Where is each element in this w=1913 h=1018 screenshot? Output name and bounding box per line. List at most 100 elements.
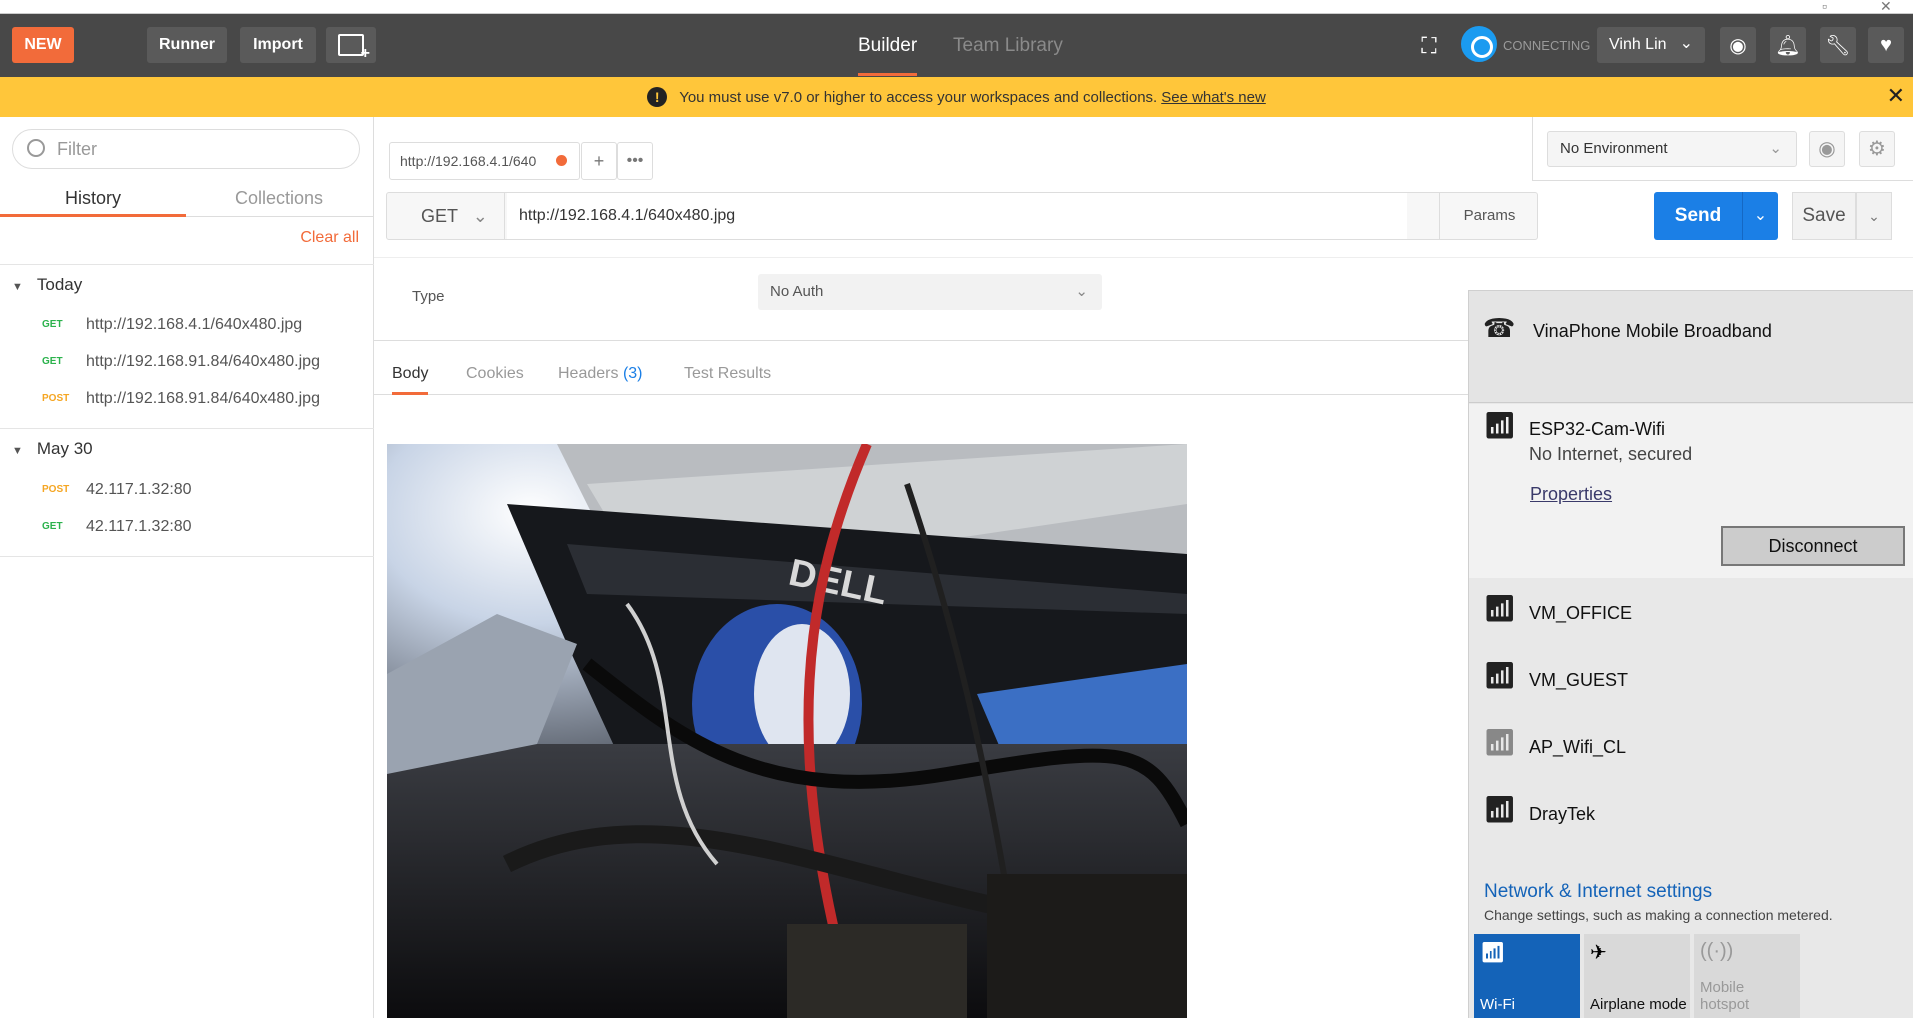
save-options-button[interactable]: ⌄ [1856, 192, 1892, 240]
group-title: May 30 [36, 439, 93, 458]
quick-action-airplane[interactable]: ✈ Airplane mode [1584, 934, 1690, 1018]
caret-down-icon: ▼ [12, 281, 23, 293]
chevron-down-icon: ⌄ [1769, 140, 1782, 157]
secured-wifi-icon: 📶︎ [1483, 660, 1517, 690]
network-flyout: ☎︎ VinaPhone Mobile Broadband 📶︎ ESP32-C… [1468, 290, 1913, 1018]
tab-cookies[interactable]: Cookies [466, 353, 524, 395]
new-window-icon: + [338, 34, 370, 62]
cellular-icon: ☎︎ [1483, 313, 1516, 343]
runner-button[interactable]: Runner [147, 27, 227, 63]
tab-team-library[interactable]: Team Library [953, 28, 1063, 64]
method-badge: POST [42, 393, 70, 404]
quick-action-hotspot[interactable]: ((·)) Mobile hotspot [1694, 934, 1800, 1018]
unsaved-dot-icon [556, 155, 567, 166]
network-item[interactable]: 📶︎ VM_GUEST [1469, 646, 1913, 713]
satellite-icon[interactable]: ◉ [1720, 27, 1756, 63]
network-item[interactable]: 📶︎ DrayTek [1469, 780, 1913, 847]
tab-builder[interactable]: Builder [858, 28, 918, 76]
save-button[interactable]: Save [1792, 192, 1856, 240]
new-button[interactable]: NEW [12, 27, 74, 63]
chevron-down-icon: ⌄ [1753, 207, 1768, 224]
import-button[interactable]: Import [240, 27, 316, 63]
properties-link[interactable]: Properties [1530, 484, 1612, 505]
chevron-down-icon: ⌄ [1075, 283, 1088, 300]
method-label: GET [421, 206, 458, 226]
history-item[interactable]: GET 42.117.1.32:80 [0, 508, 374, 545]
network-name: ESP32-Cam-Wifi [1529, 419, 1666, 439]
network-name: VM_GUEST [1529, 670, 1629, 690]
bell-icon[interactable]: 🔔︎ [1770, 27, 1806, 63]
method-badge: GET [42, 356, 63, 367]
quick-action-label: Wi-Fi [1480, 996, 1515, 1013]
history-item[interactable]: GET http://192.168.4.1/640x480.jpg [0, 306, 374, 343]
secured-wifi-icon: 📶︎ [1483, 593, 1517, 623]
heart-icon[interactable]: ♥ [1868, 27, 1904, 63]
chevron-down-icon: ⌄ [1868, 208, 1880, 224]
update-warning-bar: ! You must use v7.0 or higher to access … [0, 77, 1913, 117]
window-close-icon[interactable]: ✕ [1880, 0, 1892, 15]
chevron-down-icon: ⌄ [1679, 35, 1693, 52]
whats-new-link[interactable]: See what's new [1161, 89, 1266, 106]
environment-dropdown[interactable]: No Environment ⌄ [1547, 131, 1797, 167]
request-tab[interactable]: http://192.168.4.1/640 [389, 142, 580, 180]
wrench-icon[interactable]: 🔧︎ [1820, 27, 1856, 63]
history-url: http://192.168.91.84/640x480.jpg [86, 352, 320, 370]
method-badge: GET [42, 521, 63, 532]
tab-history[interactable]: History [0, 179, 186, 217]
tab-collections[interactable]: Collections [186, 179, 372, 217]
network-item[interactable]: 📶︎ AP_Wifi_CL [1469, 713, 1913, 780]
history-group-may-30[interactable]: ▼ May 30 [12, 439, 93, 459]
new-tab-button[interactable]: + [581, 142, 617, 180]
method-dropdown[interactable]: GET ⌄ [387, 193, 505, 239]
send-options-button[interactable]: ⌄ [1742, 192, 1778, 240]
new-window-button[interactable]: + [326, 27, 376, 63]
auth-type-dropdown[interactable]: No Auth ⌄ [758, 274, 1102, 310]
tab-body[interactable]: Body [392, 353, 429, 395]
chevron-down-icon: ⌄ [472, 206, 488, 226]
window-maximize-icon[interactable]: ▫ [1822, 0, 1827, 14]
method-badge: POST [42, 484, 70, 495]
response-image: DELL [387, 444, 1187, 1018]
request-tab-label: http://192.168.4.1/640 [400, 153, 537, 169]
secured-wifi-icon: 📶︎ [1483, 727, 1517, 757]
method-badge: GET [42, 319, 63, 330]
interceptor-icon[interactable]: ⛶ [1412, 31, 1446, 61]
network-settings-description: Change settings, such as making a connec… [1484, 907, 1833, 923]
params-button[interactable]: Params [1439, 193, 1539, 239]
user-name: Vinh Lin [1609, 36, 1667, 53]
filter-input[interactable]: Filter [12, 129, 360, 169]
network-name: AP_Wifi_CL [1529, 737, 1627, 757]
hotspot-icon: ((·)) [1700, 940, 1734, 962]
close-icon[interactable]: ✕ [1887, 83, 1905, 109]
network-item-connected[interactable]: 📶︎ ESP32-Cam-Wifi No Internet, secured P… [1469, 404, 1913, 578]
disconnect-button[interactable]: Disconnect [1721, 526, 1905, 566]
sidebar: Filter History Collections Clear all ▼ To… [0, 117, 374, 1018]
network-item[interactable]: 📶︎ VM_OFFICE [1469, 579, 1913, 646]
history-group-today[interactable]: ▼ Today [12, 275, 82, 295]
history-url: http://192.168.91.84/640x480.jpg [86, 389, 320, 407]
user-dropdown[interactable]: Vinh Lin ⌄ [1597, 27, 1705, 63]
wifi-icon: 📶︎ [1480, 942, 1506, 964]
window-title-strip: ▫ ✕ [0, 0, 1913, 14]
tab-headers[interactable]: Headers (3) [558, 353, 643, 395]
network-item-mobile-broadband[interactable]: ☎︎ VinaPhone Mobile Broadband [1469, 291, 1913, 403]
network-name: VM_OFFICE [1529, 603, 1633, 623]
gear-icon[interactable]: ⚙ [1859, 131, 1895, 167]
network-settings-link[interactable]: Network & Internet settings [1484, 881, 1712, 903]
more-tabs-button[interactable]: ••• [617, 142, 653, 180]
send-button[interactable]: Send [1654, 192, 1742, 240]
headers-label: Headers [558, 365, 619, 382]
eye-icon[interactable]: ◉ [1809, 131, 1845, 167]
caret-down-icon: ▼ [12, 445, 23, 457]
quick-action-wifi[interactable]: 📶︎ Wi-Fi [1474, 934, 1580, 1018]
search-icon [27, 139, 45, 157]
network-name: DrayTek [1529, 804, 1596, 824]
history-item[interactable]: POST http://192.168.91.84/640x480.jpg [0, 380, 374, 417]
clear-all-link[interactable]: Clear all [300, 229, 359, 247]
url-input[interactable]: http://192.168.4.1/640x480.jpg [507, 193, 1407, 239]
tab-test-results[interactable]: Test Results [684, 353, 771, 395]
sync-status-icon[interactable] [1461, 26, 1497, 62]
filter-placeholder: Filter [57, 138, 97, 159]
history-item[interactable]: POST 42.117.1.32:80 [0, 471, 374, 508]
history-item[interactable]: GET http://192.168.91.84/640x480.jpg [0, 343, 374, 380]
